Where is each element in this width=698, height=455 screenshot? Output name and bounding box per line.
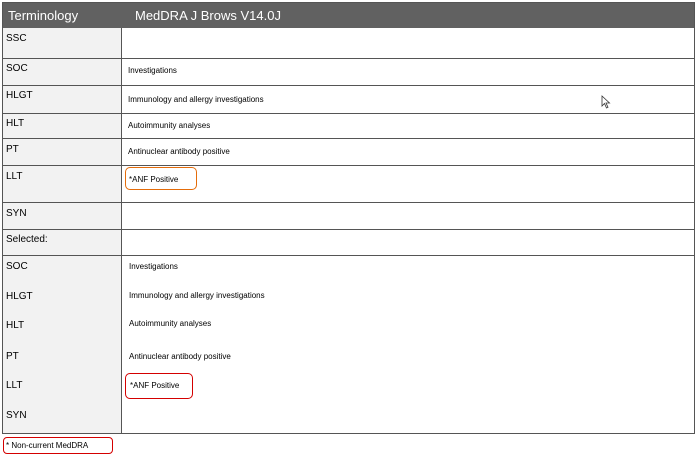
selected-label-pt: PT [6,351,19,362]
row-label-hlt: HLT [6,118,25,129]
selected-hlt-value: Autoimmunity analyses [129,319,212,328]
terminology-header-label: Terminology [8,8,79,23]
row-divider [3,165,694,166]
pt-value[interactable]: Antinuclear antibody positive [128,147,230,156]
selected-label-hlt: HLT [6,320,25,331]
selected-label-syn: SYN [6,410,27,421]
column-divider [121,28,122,433]
selected-llt-value: *ANF Positive [130,381,180,390]
row-divider [3,229,694,230]
selected-label-llt: LLT [6,380,23,391]
row-label-hlgt: HLGT [6,90,33,101]
selected-label-hlgt: HLGT [6,291,33,302]
llt-value[interactable]: *ANF Positive [129,175,178,184]
row-label-llt: LLT [6,171,23,182]
panel-header: Terminology MedDRA J Brows V14.0J [3,3,694,28]
row-label-soc: SOC [6,63,28,74]
dictionary-version-title: MedDRA J Brows V14.0J [135,8,281,23]
row-divider [3,202,694,203]
selected-label-soc: SOC [6,261,28,272]
selected-section-label: Selected: [6,234,48,245]
mouse-pointer-icon [601,95,611,109]
row-label-pt: PT [6,144,19,155]
hlt-value[interactable]: Autoimmunity analyses [128,121,210,130]
row-label-syn: SYN [6,208,27,219]
terminology-panel: Terminology MedDRA J Brows V14.0J SSC SO… [2,2,695,434]
row-divider [3,138,694,139]
selected-soc-value: Investigations [129,262,178,271]
row-divider [3,255,694,256]
non-current-footnote: * Non-current MedDRA [3,437,113,454]
row-divider [3,85,694,86]
soc-value[interactable]: Investigations [128,66,177,75]
hlgt-value[interactable]: Immunology and allergy investigations [128,95,264,104]
row-label-ssc: SSC [6,33,27,44]
label-column [3,28,121,433]
selected-hlgt-value: Immunology and allergy investigations [129,291,265,300]
row-divider [3,58,694,59]
selected-pt-value: Antinuclear antibody positive [129,352,231,361]
row-divider [3,113,694,114]
